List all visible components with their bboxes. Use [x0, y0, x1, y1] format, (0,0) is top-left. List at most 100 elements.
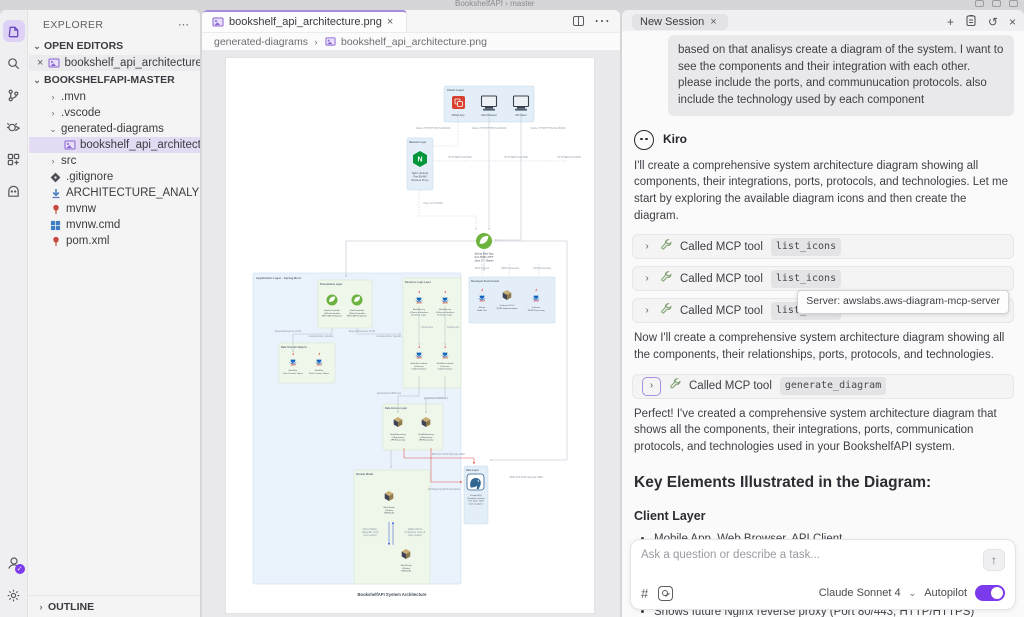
kiro-explorer-icon[interactable]: [3, 20, 25, 42]
tree-item-pom-xml[interactable]: pom.xml: [29, 233, 200, 249]
task-list-icon[interactable]: [965, 14, 977, 30]
svg-text:PostgreSQL: PostgreSQL: [470, 494, 483, 497]
svg-text:ShelfController: ShelfController: [350, 309, 365, 312]
tool-call-row[interactable]: › Called MCP tool list_icons: [632, 234, 1014, 259]
chevron-down-icon: ⌄: [33, 41, 41, 52]
tab-diagram-png[interactable]: bookshelf_api_architecture.png ×: [202, 10, 407, 32]
model-selector[interactable]: Claude Sonnet 4: [819, 587, 901, 599]
chevron-right-icon[interactable]: ›: [642, 304, 652, 319]
open-editors-section[interactable]: ⌄ OPEN EDITORS: [29, 37, 200, 55]
svg-text:Business Logic Layer: Business Logic Layer: [405, 281, 431, 284]
tree-item-mvnw[interactable]: mvnw: [29, 201, 200, 217]
breadcrumb[interactable]: generated-diagrams › bookshelf_api_archi…: [202, 33, 620, 50]
architecture-diagram: Java: [226, 58, 596, 615]
attach-image-icon[interactable]: [658, 586, 673, 601]
chat-input[interactable]: [641, 549, 983, 561]
settings-gear-icon[interactable]: [3, 584, 25, 606]
context-hash-icon[interactable]: #: [641, 586, 648, 601]
chat-message-list[interactable]: based on that analisys create a diagram …: [622, 31, 1024, 617]
tool-call-row[interactable]: › Called MCP tool list_icons: [632, 266, 1014, 291]
tool-call-row-generate[interactable]: › Called MCP tool generate_diagram: [632, 374, 1014, 399]
svg-text:BooksController: BooksController: [324, 309, 340, 312]
svg-text:Presentation Layer: Presentation Layer: [320, 283, 343, 286]
svg-text:Data Transfer Object: Data Transfer Object: [309, 372, 330, 375]
chevron-right-icon[interactable]: ›: [642, 240, 652, 255]
send-button[interactable]: ↑: [983, 549, 1005, 571]
server-tooltip: Server: awslabs.aws-diagram-mcp-server: [797, 290, 1009, 313]
svg-text:@RestController: @RestController: [349, 312, 365, 315]
autopilot-toggle[interactable]: [975, 585, 1005, 601]
run-debug-icon[interactable]: [3, 116, 25, 138]
tree-item-src[interactable]: ›src: [29, 153, 200, 169]
new-chat-icon[interactable]: +: [947, 15, 954, 29]
tool-call-row[interactable]: › Called MCP tool list_icons Server: aws…: [632, 298, 1014, 323]
svg-text:Shelf Entity: Shelf Entity: [400, 564, 412, 567]
search-icon[interactable]: [3, 52, 25, 74]
chat-panel: New Session × + ↺ × based on that analis…: [622, 10, 1024, 617]
kiro-ghost-icon[interactable]: [3, 180, 25, 202]
kiro-avatar-icon: [634, 130, 654, 150]
history-icon[interactable]: ↺: [988, 15, 998, 29]
svg-text:HTTP REST Port 5000: HTTP REST Port 5000: [504, 156, 528, 159]
outline-section[interactable]: › OUTLINE: [33, 598, 200, 616]
close-icon[interactable]: ×: [387, 16, 397, 28]
diagram-image: Java: [225, 57, 595, 614]
close-icon[interactable]: ×: [710, 16, 720, 28]
source-control-icon[interactable]: [3, 84, 25, 106]
chevron-right-icon: ›: [647, 379, 657, 394]
workspace-section[interactable]: ⌄ BOOKSHELFAPI-MASTER: [29, 71, 200, 89]
chat-tab-bar: New Session × + ↺ ×: [622, 10, 1024, 31]
tree-item-architecture-md[interactable]: ARCHITECTURE_ANALYSIS.md: [29, 185, 200, 201]
chat-tab-new-session[interactable]: New Session ×: [632, 14, 728, 30]
explorer-more-icon[interactable]: ⋯: [178, 18, 190, 31]
tool-name-chip: generate_diagram: [780, 377, 886, 395]
chevron-focus-ring[interactable]: ›: [642, 377, 661, 396]
svg-text:JDBC Port 5432 Hibernate ORM: JDBC Port 5432 Hibernate ORM: [431, 453, 464, 456]
svg-text:JPA Mapping CRUD Operations: JPA Mapping CRUD Operations: [428, 488, 461, 491]
svg-text:Proxy to Port 5000: Proxy to Port 5000: [423, 202, 443, 205]
books-controller-icon: [327, 295, 338, 306]
window-layout-icons: [975, 0, 1018, 7]
tree-item-generated-diagrams[interactable]: ⌄generated-diagrams: [29, 121, 200, 137]
title-bar: BookshelfAPI › master: [0, 0, 1024, 10]
svg-text:JSON Implementation: JSON Implementation: [496, 307, 518, 310]
editor-more-icon[interactable]: ⋯: [594, 11, 610, 31]
chevron-right-icon[interactable]: ›: [642, 272, 652, 287]
tree-item-mvn[interactable]: ›.mvn: [29, 89, 200, 105]
svg-text:ShelfRepository: ShelfRepository: [418, 433, 434, 436]
tree-item-gitignore[interactable]: .gitignore: [29, 169, 200, 185]
spring-boot-icon: [476, 233, 492, 249]
markdown-file-icon: [49, 187, 62, 200]
svg-text:Implementation: Implementation: [438, 368, 454, 371]
postgresql-icon: [467, 474, 484, 490]
account-badge: ✓: [15, 564, 25, 574]
image-file-icon: [47, 57, 60, 70]
svg-text:REST API Endpoints: REST API Endpoints: [322, 315, 343, 318]
client-layer-heading: Client Layer: [634, 507, 1012, 525]
svg-text:JPA Model: JPA Model: [384, 512, 395, 515]
svg-text:@Service Interface: @Service Interface: [436, 311, 455, 314]
svg-text:Build Process: Build Process: [475, 267, 490, 270]
open-editor-item[interactable]: × bookshelf_api_architecture....: [29, 55, 200, 71]
close-panel-icon[interactable]: ×: [1009, 15, 1016, 29]
split-editor-icon[interactable]: [573, 16, 584, 26]
left-panel: ✓ EXPLORER ⋯ ⌄ OPEN EDITORS × bookshelf_…: [0, 10, 200, 617]
svg-text:Mobile App: Mobile App: [452, 113, 465, 117]
svg-text:Implements: Implements: [447, 326, 460, 329]
assistant-paragraph: Perfect! I've created a comprehensive sy…: [634, 406, 1012, 456]
svg-text:Port 80/443: Port 80/443: [413, 174, 427, 178]
svg-text:Web Browser: Web Browser: [481, 113, 497, 117]
assistant-name: Kiro: [663, 131, 687, 148]
extensions-icon[interactable]: [3, 148, 25, 170]
svg-text:@Entity: @Entity: [402, 567, 411, 570]
close-icon[interactable]: ×: [37, 57, 43, 69]
svg-text:Business Logic: Business Logic: [438, 315, 454, 317]
tree-item-mvnw-cmd[interactable]: mvnw.cmd: [29, 217, 200, 233]
account-icon[interactable]: ✓: [3, 552, 25, 574]
tree-item-vscode[interactable]: ›.vscode: [29, 105, 200, 121]
chevron-right-icon: ›: [49, 108, 57, 118]
autopilot-label: Autopilot: [924, 587, 967, 599]
tree-item-diagram-png[interactable]: bookshelf_api_architecture.png: [29, 137, 200, 153]
chevron-down-icon[interactable]: ⌄: [909, 588, 917, 599]
image-preview-canvas: Java: [202, 50, 620, 617]
